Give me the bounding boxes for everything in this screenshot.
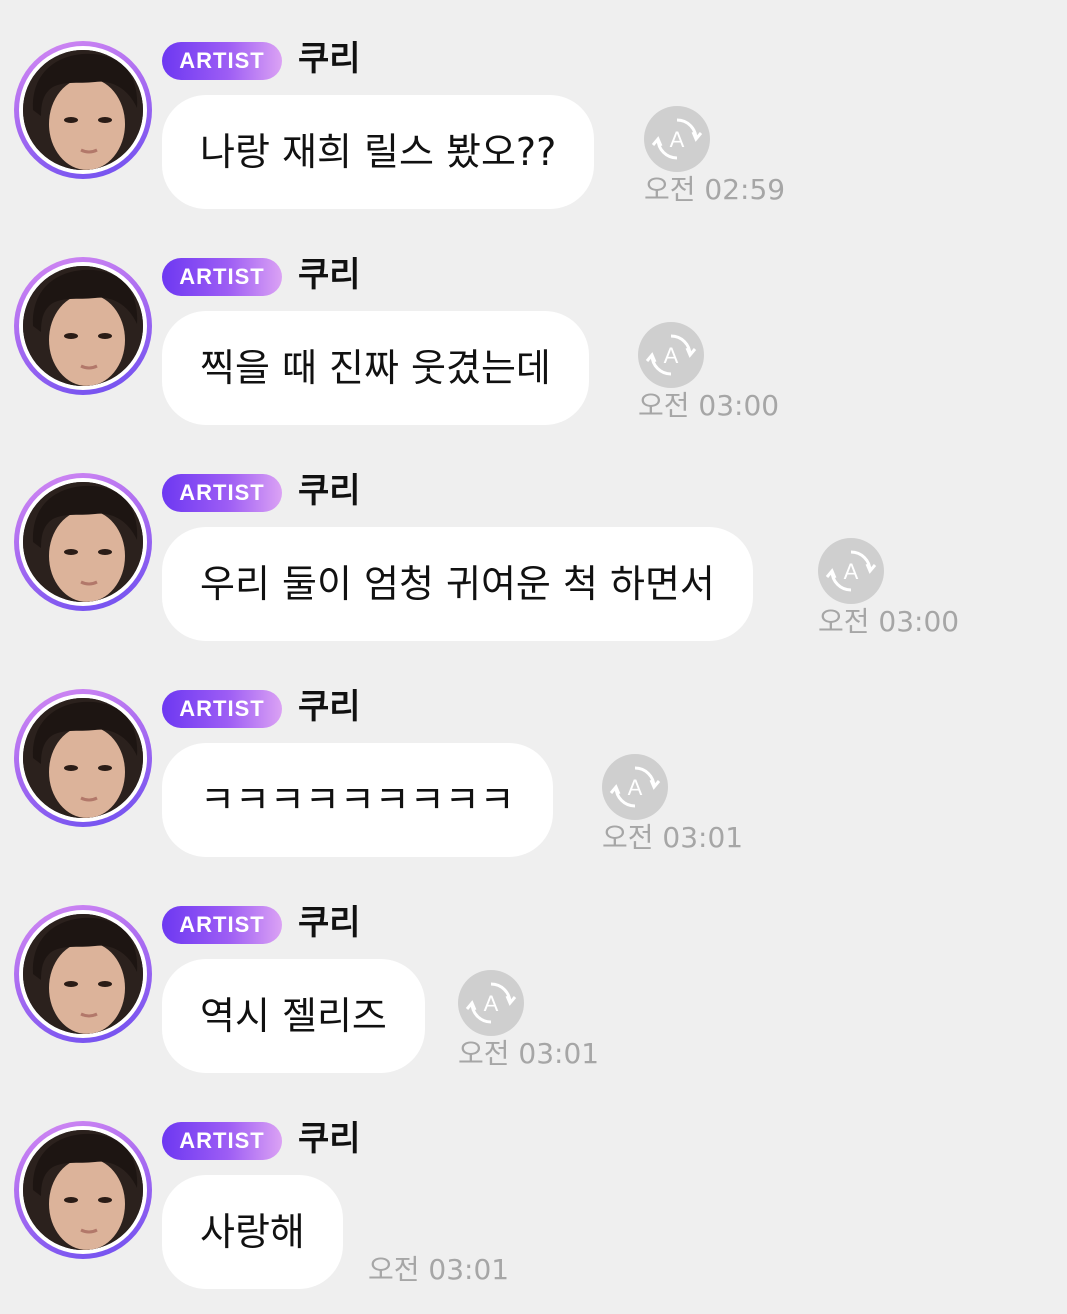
profile-photo-icon (23, 266, 143, 386)
message-bubble[interactable]: 찍을 때 진짜 웃겼는데 (162, 311, 589, 425)
artist-badge: ARTIST (162, 906, 282, 944)
chat-message: ARTIST 쿠리 찍을 때 진짜 웃겼는데 A 오전 03:00 (0, 216, 1067, 432)
avatar[interactable] (14, 41, 152, 179)
sender-name: 쿠리 (298, 1119, 361, 1159)
sender-name: 쿠리 (298, 471, 361, 511)
translate-button[interactable]: A (458, 970, 524, 1036)
chat-message: ARTIST 쿠리 우리 둘이 엄청 귀여운 척 하면서 A 오전 03:00 (0, 432, 1067, 648)
artist-badge: ARTIST (162, 258, 282, 296)
avatar[interactable] (14, 1121, 152, 1259)
sender-name: 쿠리 (298, 903, 361, 943)
translate-button[interactable]: A (602, 754, 668, 820)
translate-button[interactable]: A (644, 106, 710, 172)
svg-text:A: A (844, 559, 859, 584)
message-timestamp: 오전 03:00 (818, 605, 960, 638)
artist-badge: ARTIST (162, 42, 282, 80)
avatar[interactable] (14, 257, 152, 395)
message-bubble[interactable]: ㅋㅋㅋㅋㅋㅋㅋㅋㅋ (162, 743, 553, 857)
artist-badge: ARTIST (162, 474, 282, 512)
auto-translate-icon: A (651, 118, 703, 160)
auto-translate-icon: A (645, 334, 697, 376)
auto-translate-icon: A (465, 982, 517, 1024)
chat-message: ARTIST 쿠리 나랑 재희 릴스 봤오?? A 오전 02:59 (0, 0, 1067, 216)
message-bubble[interactable]: 우리 둘이 엄청 귀여운 척 하면서 (162, 527, 753, 641)
chat-message: ARTIST 쿠리 사랑해 오전 03:01 (0, 1080, 1067, 1296)
auto-translate-icon: A (609, 766, 661, 808)
svg-text:A: A (484, 991, 499, 1016)
avatar[interactable] (14, 473, 152, 611)
message-timestamp: 오전 03:00 (638, 389, 780, 422)
profile-photo-icon (23, 914, 143, 1034)
message-bubble[interactable]: 역시 젤리즈 (162, 959, 425, 1073)
message-timestamp: 오전 02:59 (644, 173, 786, 206)
message-timestamp: 오전 03:01 (458, 1037, 600, 1070)
message-timestamp: 오전 03:01 (368, 1253, 510, 1286)
profile-photo-icon (23, 698, 143, 818)
translate-button[interactable]: A (818, 538, 884, 604)
message-bubble[interactable]: 사랑해 (162, 1175, 343, 1289)
profile-photo-icon (23, 50, 143, 170)
avatar[interactable] (14, 689, 152, 827)
sender-name: 쿠리 (298, 39, 361, 79)
translate-button[interactable]: A (638, 322, 704, 388)
svg-text:A: A (670, 127, 685, 152)
message-timestamp: 오전 03:01 (602, 821, 744, 854)
svg-text:A: A (628, 775, 643, 800)
chat-message: ARTIST 쿠리 ㅋㅋㅋㅋㅋㅋㅋㅋㅋ A 오전 03:01 (0, 648, 1067, 864)
auto-translate-icon: A (825, 550, 877, 592)
profile-photo-icon (23, 1130, 143, 1250)
artist-badge: ARTIST (162, 1122, 282, 1160)
svg-text:A: A (664, 343, 679, 368)
artist-badge: ARTIST (162, 690, 282, 728)
chat-message-list[interactable]: ARTIST 쿠리 나랑 재희 릴스 봤오?? A 오전 02:59 ARTIS… (0, 0, 1067, 1314)
profile-photo-icon (23, 482, 143, 602)
sender-name: 쿠리 (298, 255, 361, 295)
avatar[interactable] (14, 905, 152, 1043)
chat-message: ARTIST 쿠리 역시 젤리즈 A 오전 03:01 (0, 864, 1067, 1080)
message-bubble[interactable]: 나랑 재희 릴스 봤오?? (162, 95, 595, 209)
sender-name: 쿠리 (298, 687, 361, 727)
